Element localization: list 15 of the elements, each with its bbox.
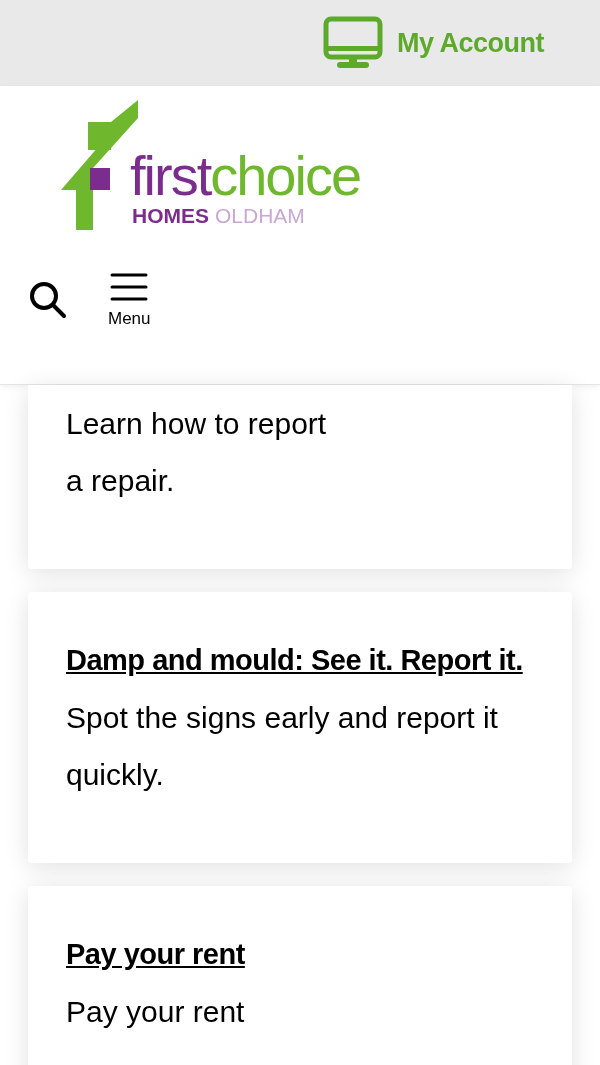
menu-button[interactable]: Menu xyxy=(108,272,151,332)
card-title-link[interactable]: Damp and mould: See it. Report it. xyxy=(66,632,534,689)
monitor-icon xyxy=(323,16,383,70)
card-description: Spot the signs early and report it quickly. xyxy=(66,700,499,793)
menu-icon xyxy=(110,272,149,302)
logo-tagline-homes: HOMES xyxy=(132,204,209,228)
search-button[interactable] xyxy=(28,280,68,320)
card-description: Learn how to report a repair. xyxy=(66,406,328,499)
card-description: Pay your rent xyxy=(66,994,246,1030)
card-title-link[interactable]: Pay your rent xyxy=(66,926,534,983)
search-icon xyxy=(28,280,68,320)
logo-wordmark-choice: choice xyxy=(210,148,361,204)
site-logo[interactable]: firstchoice HOMES OLDHAM xyxy=(28,100,572,232)
logo-wordmark-first: first xyxy=(130,148,211,204)
logo-tagline-oldham: OLDHAM xyxy=(215,204,305,228)
